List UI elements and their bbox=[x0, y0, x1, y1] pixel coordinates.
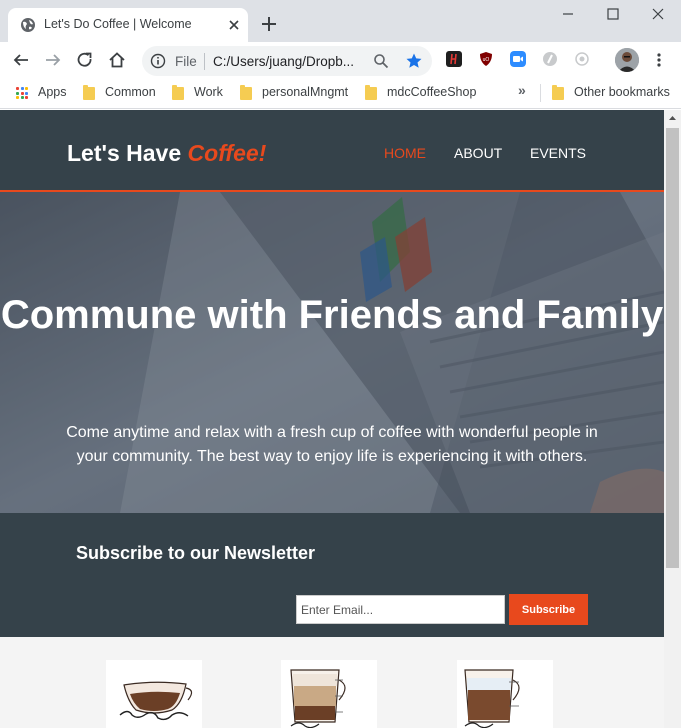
hero-title: Commune with Friends and Family bbox=[0, 293, 664, 337]
espresso-image bbox=[106, 660, 202, 728]
folder-icon bbox=[552, 85, 564, 100]
reload-icon[interactable] bbox=[76, 51, 94, 69]
omnibox-divider bbox=[204, 53, 205, 70]
page-viewport: Let's Have Coffee! HOME ABOUT EVENTS Com… bbox=[0, 110, 664, 728]
site-logo[interactable]: Let's Have Coffee! bbox=[67, 140, 266, 167]
brand-highlight: Coffee! bbox=[187, 140, 267, 166]
bookmarks-bar: Apps Common Work personalMngmt mdcCoffee… bbox=[0, 78, 681, 109]
bookmark-label: mdcCoffeeShop bbox=[387, 85, 477, 99]
bookmark-apps-label: Apps bbox=[38, 85, 67, 99]
scheme-label: File bbox=[175, 54, 197, 69]
settings-extension-icon[interactable] bbox=[574, 51, 590, 67]
espresso-cup-drawing bbox=[119, 681, 193, 721]
forward-arrow-icon[interactable] bbox=[44, 51, 62, 69]
site-header: Let's Have Coffee! HOME ABOUT EVENTS bbox=[0, 110, 664, 192]
apps-grid-icon bbox=[16, 87, 28, 99]
newsletter-heading: Subscribe to our Newsletter bbox=[76, 543, 316, 563]
bookmark-apps[interactable]: Apps bbox=[16, 85, 76, 101]
hero-text: Come anytime and relax with a fresh cup … bbox=[66, 424, 598, 465]
folder-icon bbox=[172, 85, 184, 100]
info-icon[interactable] bbox=[150, 53, 166, 69]
page-scrollbar[interactable] bbox=[664, 110, 681, 728]
url-text[interactable]: C:/Users/juang/Dropb... bbox=[213, 54, 354, 69]
americano-image bbox=[457, 660, 553, 728]
email-input[interactable] bbox=[296, 595, 505, 624]
profile-avatar[interactable] bbox=[615, 48, 639, 72]
close-window-icon[interactable] bbox=[648, 6, 668, 22]
brand-prefix: Let's Have bbox=[67, 140, 188, 166]
ublock-shield-icon[interactable]: uO bbox=[478, 51, 494, 67]
coffee-boxes-section bbox=[0, 637, 664, 728]
folder-icon bbox=[365, 85, 377, 100]
maximize-icon[interactable] bbox=[603, 6, 623, 22]
zoom-icon[interactable] bbox=[373, 53, 389, 69]
americano-cup-drawing bbox=[464, 669, 520, 728]
subscribe-button[interactable]: Subscribe bbox=[509, 594, 588, 625]
svg-text:uO: uO bbox=[483, 57, 490, 63]
nav-about[interactable]: ABOUT bbox=[454, 145, 502, 161]
bookmark-other-label: Other bookmarks bbox=[574, 85, 670, 99]
bookmarks-overflow-chevron[interactable]: » bbox=[518, 82, 526, 98]
bookmark-label: Common bbox=[105, 85, 156, 99]
tab-title: Let's Do Coffee | Welcome bbox=[44, 17, 192, 31]
browser-tab-active[interactable]: Let's Do Coffee | Welcome bbox=[8, 8, 248, 42]
folder-icon bbox=[240, 85, 252, 100]
newsletter-section: Subscribe to our Newsletter Subscribe bbox=[0, 513, 664, 637]
home-icon[interactable] bbox=[108, 51, 126, 69]
extension-h-icon[interactable] bbox=[446, 51, 462, 67]
folder-icon bbox=[83, 85, 95, 100]
bookmarks-divider bbox=[540, 84, 541, 102]
browser-toolbar: File C:/Users/juang/Dropb... uO bbox=[0, 42, 681, 78]
scrollbar-thumb[interactable] bbox=[666, 128, 679, 568]
bookmark-star-icon[interactable] bbox=[405, 52, 423, 70]
tab-strip: Let's Do Coffee | Welcome bbox=[0, 0, 681, 42]
bookmark-label: Work bbox=[194, 85, 223, 99]
latte-cup-drawing bbox=[290, 669, 346, 728]
profile-photo-icon bbox=[615, 48, 639, 72]
minimize-icon[interactable] bbox=[558, 6, 578, 22]
back-arrow-icon[interactable] bbox=[12, 51, 30, 69]
grey-extension-icon[interactable] bbox=[542, 51, 558, 67]
globe-icon bbox=[21, 18, 35, 32]
bookmark-label: personalMngmt bbox=[262, 85, 349, 99]
caffe-latte-image bbox=[281, 660, 377, 728]
new-tab-icon[interactable] bbox=[260, 15, 278, 33]
zoom-meeting-icon[interactable] bbox=[510, 51, 526, 67]
nav-home[interactable]: HOME bbox=[384, 145, 426, 161]
hero-section: Commune with Friends and Family Come any… bbox=[0, 192, 664, 513]
nav-events[interactable]: EVENTS bbox=[530, 145, 586, 161]
address-bar[interactable]: File C:/Users/juang/Dropb... bbox=[142, 46, 432, 76]
close-tab-icon[interactable] bbox=[226, 17, 242, 33]
menu-kebab-icon[interactable] bbox=[650, 51, 668, 69]
scroll-up-arrow-icon[interactable] bbox=[664, 110, 681, 127]
